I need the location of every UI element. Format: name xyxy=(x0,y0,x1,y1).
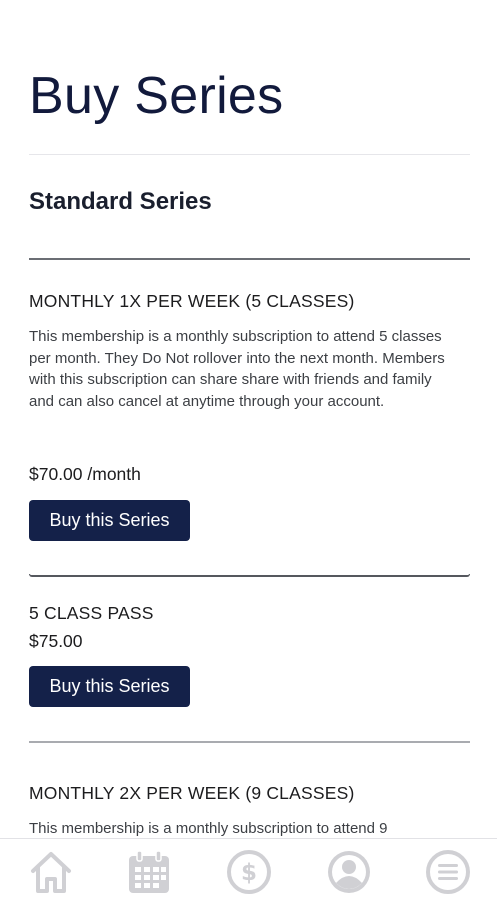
item-separator xyxy=(29,574,470,577)
series-title: 5 CLASS PASS xyxy=(29,603,154,623)
calendar-icon xyxy=(129,850,169,893)
profile-icon xyxy=(328,851,370,893)
bottom-tab-bar: $ xyxy=(0,838,497,900)
series-price: $75.00 xyxy=(29,631,83,651)
tab-menu[interactable] xyxy=(425,849,471,895)
tab-payments[interactable]: $ xyxy=(226,849,272,895)
tab-home[interactable] xyxy=(28,849,74,895)
item-separator xyxy=(29,741,470,743)
page-title: Buy Series xyxy=(29,67,284,125)
dollar-icon: $ xyxy=(227,850,271,894)
buy-series-button[interactable]: Buy this Series xyxy=(29,500,190,541)
section-heading: Standard Series xyxy=(29,188,212,215)
buy-series-button[interactable]: Buy this Series xyxy=(29,666,190,707)
tab-profile[interactable] xyxy=(326,849,372,895)
tab-calendar[interactable] xyxy=(126,849,172,895)
series-title: MONTHLY 1X PER WEEK (5 CLASSES) xyxy=(29,291,355,311)
series-description: This membership is a monthly subscriptio… xyxy=(29,820,388,837)
series-description: This membership is a monthly subscriptio… xyxy=(29,328,445,410)
home-icon xyxy=(31,852,71,893)
menu-icon xyxy=(426,850,470,894)
section-divider xyxy=(29,258,470,260)
svg-text:$: $ xyxy=(241,860,257,886)
title-divider xyxy=(29,154,470,155)
series-price: $70.00 /month xyxy=(29,464,141,484)
series-title: MONTHLY 2X PER WEEK (9 CLASSES) xyxy=(29,783,355,803)
